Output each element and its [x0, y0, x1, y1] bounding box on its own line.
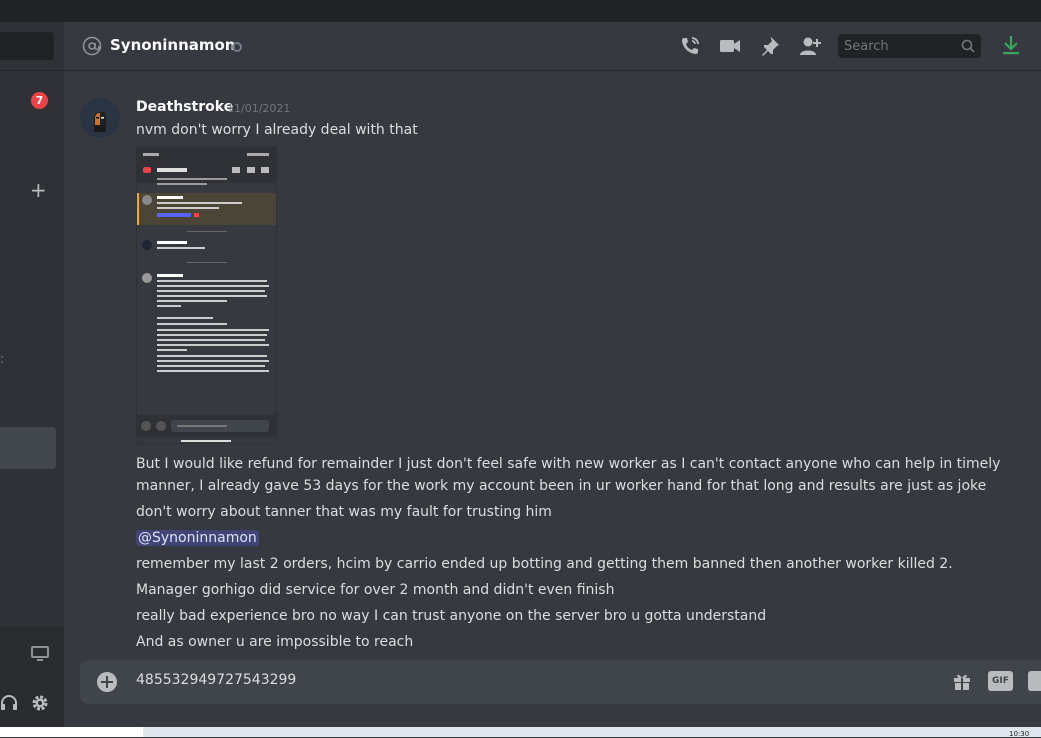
image-attachment[interactable] [136, 146, 277, 444]
message-line: But I would like refund for remainder I … [136, 456, 1001, 494]
message-timestamp: 11/01/2021 [227, 102, 291, 115]
sidebar-item-selected-dm[interactable] [0, 427, 56, 469]
message-list: Deathstroke 11/01/2021 nvm don't worry I… [64, 70, 1041, 660]
offline-status-icon [232, 42, 242, 52]
taskbar-search-area[interactable] [0, 727, 143, 737]
message-line: remember my last 2 orders, hcim by carri… [136, 556, 953, 572]
attachment-screenshot [137, 147, 276, 443]
user-panel [0, 627, 64, 727]
add-friend-to-dm-icon[interactable] [799, 35, 823, 57]
message-line: nvm don't worry I already deal with that [136, 122, 418, 138]
search-icon [961, 39, 975, 53]
upload-plus-icon[interactable] [96, 671, 118, 693]
gift-icon[interactable] [952, 671, 972, 691]
message-line: really bad experience bro no way I can t… [136, 608, 767, 624]
channel-title: Synoninnamon [110, 36, 236, 54]
search-input[interactable] [838, 34, 956, 58]
window-titlebar [0, 0, 1041, 22]
create-dm-plus-icon[interactable]: + [30, 180, 47, 200]
message-composer[interactable]: 485532949727543299 GIF [80, 660, 1041, 704]
settings-gear-icon[interactable] [31, 694, 49, 712]
find-conversation-box[interactable] [0, 32, 54, 60]
screen-share-icon[interactable] [31, 646, 49, 662]
dm-sidebar: 7 + : [0, 22, 64, 727]
message-input[interactable]: 485532949727543299 [136, 672, 296, 688]
sidebar-truncated-text: : [0, 352, 5, 367]
unread-badge[interactable]: 7 [31, 92, 48, 109]
user-mention[interactable]: @Synoninnamon [136, 530, 259, 546]
at-sign-icon [82, 36, 102, 56]
download-icon[interactable] [1001, 34, 1021, 56]
message-line: Manager gorhigo did service for over 2 m… [136, 582, 615, 598]
message-line: @Synoninnamon [136, 527, 259, 549]
pinned-messages-icon[interactable] [759, 35, 781, 57]
avatar[interactable] [80, 98, 120, 138]
sticker-icon[interactable] [1028, 671, 1041, 691]
headset-icon[interactable] [0, 694, 18, 712]
message-author[interactable]: Deathstroke [136, 99, 233, 115]
channel-header: Synoninnamon [64, 22, 1041, 70]
voice-call-icon[interactable] [679, 35, 701, 57]
gif-button[interactable]: GIF [988, 671, 1013, 691]
message-line: And as owner u are impossible to reach [136, 634, 414, 650]
sidebar-divider [0, 70, 64, 71]
os-taskbar: 10:30 [0, 727, 1041, 738]
search-box[interactable] [838, 34, 981, 58]
message-line: don't worry about tanner that was my fau… [136, 504, 552, 520]
avatar-image [80, 98, 120, 138]
video-call-icon[interactable] [719, 35, 741, 57]
